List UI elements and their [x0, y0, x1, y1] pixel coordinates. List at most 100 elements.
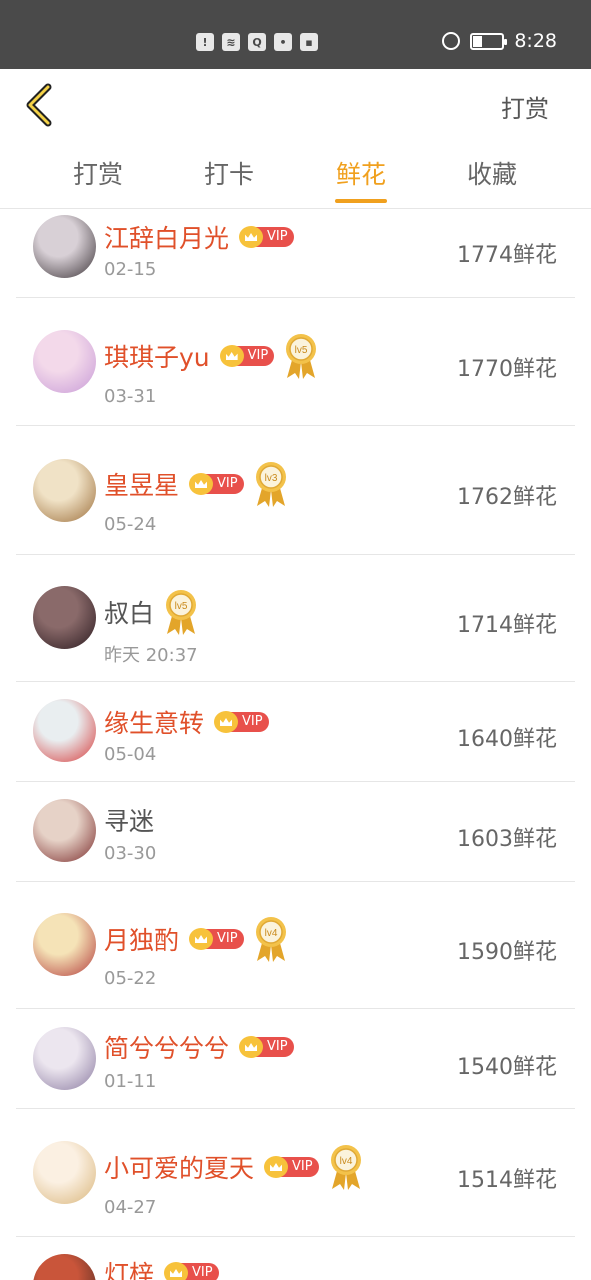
avatar[interactable]	[33, 459, 96, 522]
level-label: lv5	[295, 345, 308, 356]
avatar[interactable]	[33, 586, 96, 649]
flower-ranking-list[interactable]: 江辞白月光 VIP 02-15 1774鲜花 琪琪子yu VIP lv5 03-31 177…	[0, 209, 591, 1280]
flower-count: 1640鲜花	[457, 727, 557, 752]
reward-button[interactable]: 打赏	[501, 89, 549, 124]
tab-active-indicator	[335, 199, 387, 203]
reward-date: 01-11	[104, 1071, 157, 1092]
level-medal-icon: lv3	[254, 460, 288, 508]
chevron-left-icon	[26, 83, 52, 127]
flower-count: 1603鲜花	[457, 827, 557, 852]
crown-icon	[219, 345, 244, 367]
flower-count: 1714鲜花	[457, 613, 557, 638]
list-item[interactable]: 简兮兮兮兮 VIP 01-11 1540鲜花	[0, 1009, 591, 1109]
avatar[interactable]	[33, 330, 96, 393]
reward-date: 04-27	[104, 1197, 157, 1218]
level-label: lv4	[264, 928, 277, 939]
avatar[interactable]	[33, 1254, 96, 1280]
user-name[interactable]: 月独酌	[104, 921, 179, 957]
level-label: lv5	[175, 601, 188, 612]
list-item[interactable]: 江辞白月光 VIP 02-15 1774鲜花	[0, 209, 591, 298]
qq-icon: Q	[248, 33, 266, 51]
crown-icon	[189, 928, 214, 950]
user-name[interactable]: 寻迷	[104, 802, 154, 838]
name-line: 琪琪子yu VIP lv5	[104, 332, 318, 380]
tab-checkin[interactable]: 打卡	[184, 155, 274, 191]
reward-date: 昨天 20:37	[104, 645, 198, 666]
list-item[interactable]: 灯梓 VIP	[0, 1237, 591, 1280]
list-item[interactable]: 琪琪子yu VIP lv5 03-31 1770鲜花	[0, 298, 591, 426]
status-icons: ! ≋ Q • ▪	[196, 33, 318, 51]
name-line: 小可爱的夏天 VIP lv4	[104, 1143, 363, 1191]
vip-badge: VIP	[214, 711, 269, 733]
avatar[interactable]	[33, 799, 96, 862]
status-right: 8:28	[442, 30, 557, 52]
tab-bar: 打赏 打卡 鲜花 收藏	[0, 141, 591, 209]
name-line: 灯梓 VIP	[104, 1255, 219, 1280]
reward-date: 03-31	[104, 386, 157, 407]
tab-reward[interactable]: 打赏	[53, 155, 143, 191]
user-name[interactable]: 缘生意转	[104, 704, 204, 740]
level-label: lv3	[264, 473, 277, 484]
flower-count: 1770鲜花	[457, 357, 557, 382]
list-item[interactable]: 叔白 lv5 昨天 20:37 1714鲜花	[0, 555, 591, 682]
crown-icon	[239, 1036, 264, 1058]
status-time: 8:28	[514, 30, 557, 52]
vip-badge: VIP	[239, 226, 294, 248]
crown-icon	[264, 1156, 289, 1178]
avatar[interactable]	[33, 1141, 96, 1204]
name-line: 叔白 lv5	[104, 588, 198, 636]
name-line: 皇昱星 VIP lv3	[104, 460, 288, 508]
back-button[interactable]	[22, 83, 62, 127]
bulb-icon: •	[274, 33, 292, 51]
alarm-icon	[442, 32, 461, 50]
user-name[interactable]: 灯梓	[104, 1255, 154, 1280]
list-item[interactable]: 缘生意转 VIP 05-04 1640鲜花	[0, 682, 591, 782]
avatar[interactable]	[33, 215, 96, 278]
wifi-icon: ≋	[222, 33, 240, 51]
avatar[interactable]	[33, 699, 96, 762]
flower-count: 1540鲜花	[457, 1055, 557, 1080]
reward-date: 05-22	[104, 968, 157, 989]
reward-date: 03-30	[104, 843, 157, 864]
list-item[interactable]: 小可爱的夏天 VIP lv4 04-27 1514鲜花	[0, 1109, 591, 1237]
battery-icon	[470, 32, 508, 50]
app-icon: ▪	[300, 33, 318, 51]
vip-badge: VIP	[189, 473, 244, 495]
tab-flowers[interactable]: 鲜花	[316, 155, 406, 191]
list-item[interactable]: 月独酌 VIP lv4 05-22 1590鲜花	[0, 882, 591, 1009]
user-name[interactable]: 江辞白月光	[104, 219, 229, 255]
list-item[interactable]: 皇昱星 VIP lv3 05-24 1762鲜花	[0, 426, 591, 555]
battery-fill	[473, 35, 482, 47]
level-medal-icon: lv5	[164, 588, 198, 636]
flower-count: 1590鲜花	[457, 940, 557, 965]
vip-badge: VIP	[219, 345, 275, 367]
level-medal-icon: lv5	[284, 332, 318, 380]
name-line: 江辞白月光 VIP	[104, 219, 294, 255]
user-name[interactable]: 琪琪子yu	[104, 338, 210, 374]
reward-date: 05-24	[104, 514, 157, 535]
nav-bar: 打赏	[0, 69, 591, 141]
flower-count: 1514鲜花	[457, 1168, 557, 1193]
vip-badge: VIP	[164, 1262, 219, 1280]
name-line: 月独酌 VIP lv4	[104, 915, 288, 963]
flower-count: 1762鲜花	[457, 485, 557, 510]
reward-date: 05-04	[104, 744, 157, 765]
status-bar: ! ≋ Q • ▪ 8:28	[0, 0, 591, 69]
avatar[interactable]	[33, 913, 96, 976]
sim-alert-icon: !	[196, 33, 214, 51]
list-item[interactable]: 寻迷 03-30 1603鲜花	[0, 782, 591, 882]
user-name[interactable]: 简兮兮兮兮	[104, 1029, 229, 1065]
user-name[interactable]: 小可爱的夏天	[104, 1149, 254, 1185]
avatar[interactable]	[33, 1027, 96, 1090]
tab-favorites[interactable]: 收藏	[447, 155, 537, 191]
level-medal-icon: lv4	[254, 915, 288, 963]
name-line: 寻迷	[104, 802, 154, 838]
user-name[interactable]: 皇昱星	[104, 466, 179, 502]
vip-badge: VIP	[239, 1036, 294, 1058]
vip-badge: VIP	[264, 1156, 319, 1178]
reward-date: 02-15	[104, 259, 157, 280]
level-medal-icon: lv4	[329, 1143, 363, 1191]
crown-icon	[239, 226, 264, 248]
crown-icon	[164, 1262, 189, 1280]
user-name[interactable]: 叔白	[104, 594, 154, 630]
